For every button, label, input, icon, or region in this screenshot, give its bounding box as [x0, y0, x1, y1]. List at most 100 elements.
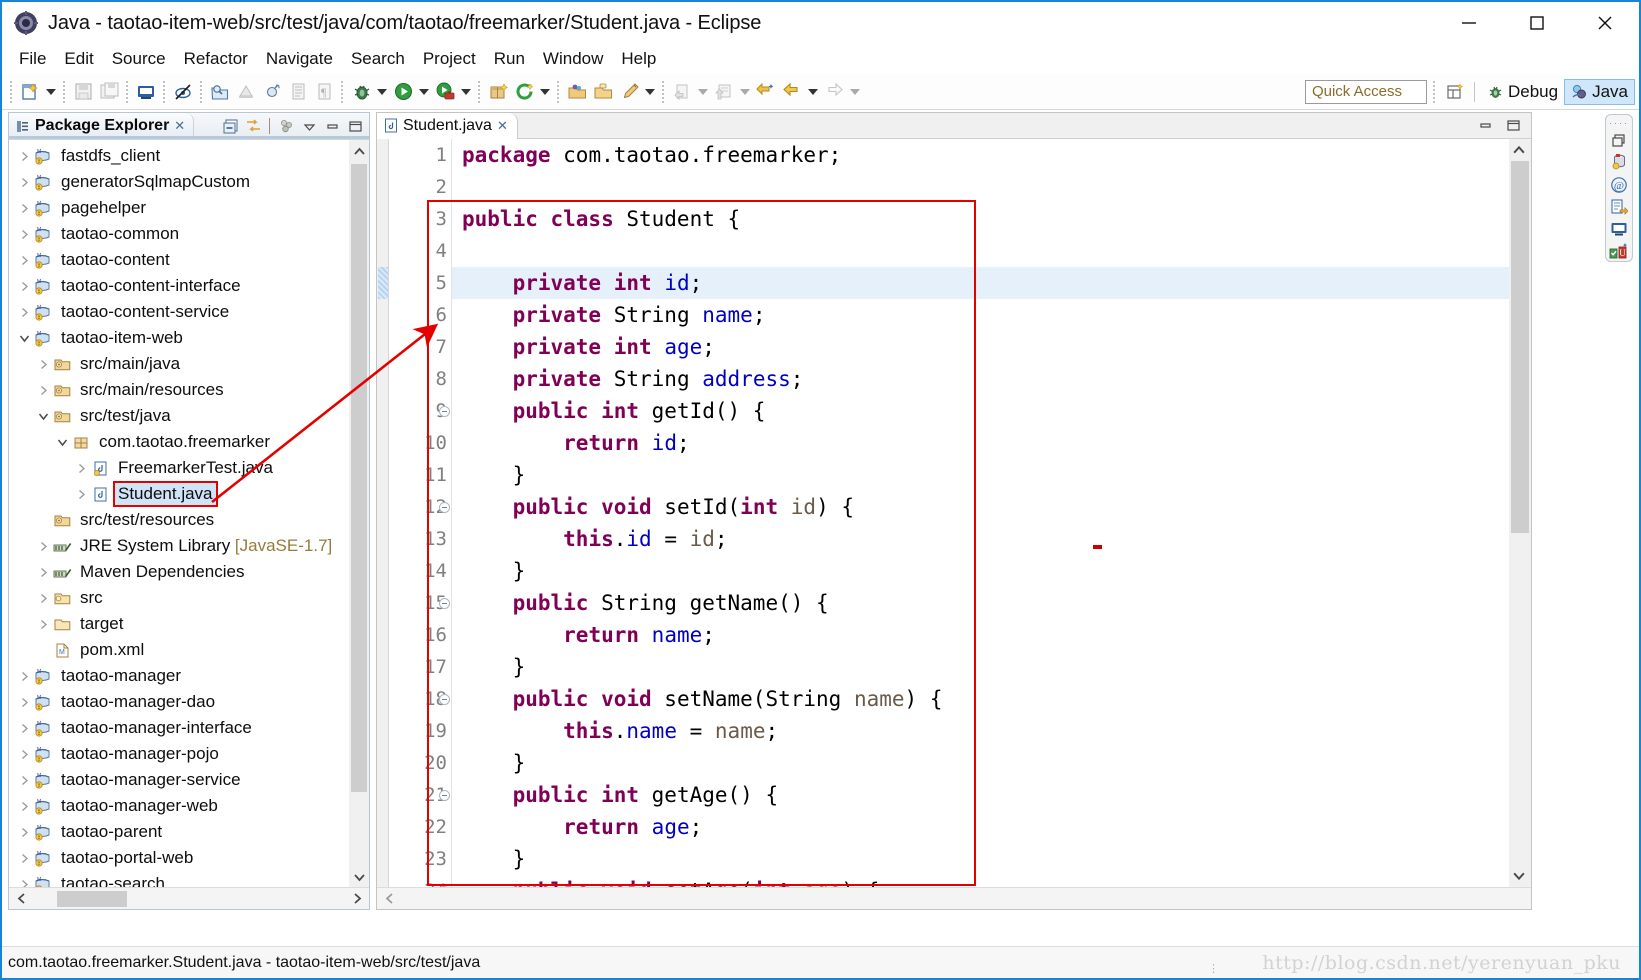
menu-file[interactable]: File	[10, 47, 55, 71]
scroll-down-arrow[interactable]	[349, 866, 369, 887]
code-line[interactable]: this.id = id;	[452, 523, 1531, 555]
code-line[interactable]: this.name = name;	[452, 715, 1531, 747]
open-perspective-button[interactable]	[1442, 79, 1468, 105]
tree-item-taotao-common[interactable]: M taotao-common	[9, 221, 369, 247]
tree-item-src-main-resources[interactable]: src/main/resources	[9, 377, 369, 403]
tree-item-maven-dependencies[interactable]: Maven Dependencies	[9, 559, 369, 585]
tree-item-taotao-manager-dao[interactable]: M taotao-manager-dao	[9, 689, 369, 715]
tree-item-taotao-content-interface[interactable]: M taotao-content-interface	[9, 273, 369, 299]
tree-item-taotao-content[interactable]: M taotao-content	[9, 247, 369, 273]
tree-item-target[interactable]: target	[9, 611, 369, 637]
fold-collapse-icon[interactable]	[439, 406, 450, 417]
code-line[interactable]: }	[452, 555, 1531, 587]
edit-button[interactable]	[616, 79, 642, 105]
tree-item-src-test-java[interactable]: src/test/java	[9, 403, 369, 429]
close-button[interactable]	[1571, 2, 1639, 44]
package-explorer-horizontal-scrollbar[interactable]	[9, 887, 369, 909]
code-line[interactable]: public String getName() {	[452, 587, 1531, 619]
chevron-right-icon[interactable]	[15, 663, 33, 689]
toggle-mark-occurrences-button[interactable]	[170, 79, 196, 105]
code-text-area[interactable]: package com.taotao.freemarker; public cl…	[451, 139, 1531, 887]
close-icon[interactable]: ✕	[497, 118, 508, 134]
menu-help[interactable]: Help	[612, 47, 665, 71]
fold-collapse-icon[interactable]	[439, 598, 450, 609]
tree-item-taotao-manager-interface[interactable]: M taotao-manager-interface	[9, 715, 369, 741]
chevron-right-icon[interactable]	[34, 533, 52, 559]
chevron-right-icon[interactable]	[15, 299, 33, 325]
tree-item-taotao-manager-pojo[interactable]: M taotao-manager-pojo	[9, 741, 369, 767]
code-line[interactable]: public class Student {	[452, 203, 1531, 235]
chevron-down-icon[interactable]	[53, 429, 71, 455]
code-line[interactable]: }	[452, 651, 1531, 683]
restore-view-button[interactable]	[1608, 131, 1630, 150]
forward-dropdown[interactable]	[847, 79, 863, 105]
tree-item-src-main-java[interactable]: src/main/java	[9, 351, 369, 377]
code-line[interactable]: private String address;	[452, 363, 1531, 395]
previous-annotation-dropdown[interactable]	[695, 79, 711, 105]
code-line[interactable]: return id;	[452, 427, 1531, 459]
new-package-wizard-button[interactable]	[485, 79, 511, 105]
annotation-marker-bar[interactable]	[377, 139, 389, 887]
console-view-button[interactable]	[1608, 220, 1630, 239]
code-line[interactable]: }	[452, 747, 1531, 779]
drag-handle[interactable]: ····	[1609, 118, 1629, 128]
new-class-button[interactable]	[259, 79, 285, 105]
menu-refactor[interactable]: Refactor	[175, 47, 257, 71]
fold-collapse-icon[interactable]	[439, 790, 450, 801]
tree-item-taotao-portal-web[interactable]: M taotao-portal-web	[9, 845, 369, 871]
last-edit-location-button[interactable]	[753, 79, 779, 105]
scroll-left-arrow[interactable]	[9, 888, 33, 910]
scroll-thumb-horizontal[interactable]	[57, 890, 127, 907]
maven-build-dropdown[interactable]	[537, 79, 553, 105]
chevron-right-icon[interactable]	[15, 715, 33, 741]
chevron-right-icon[interactable]	[72, 481, 90, 507]
chevron-right-icon[interactable]	[34, 585, 52, 611]
tree-item-generatorsqlmapcustom[interactable]: M generatorSqlmapCustom	[9, 169, 369, 195]
scroll-up-arrow[interactable]	[349, 140, 369, 162]
debug-dropdown[interactable]	[374, 79, 390, 105]
new-wizard-button[interactable]	[17, 79, 43, 105]
maximize-view-button[interactable]	[345, 116, 365, 136]
chevron-right-icon[interactable]	[72, 455, 90, 481]
package-explorer-vertical-scrollbar[interactable]	[349, 140, 369, 887]
tree-item-taotao-content-service[interactable]: M taotao-content-service	[9, 299, 369, 325]
maximize-editor-button[interactable]	[1503, 116, 1523, 136]
junit-view-button[interactable]: U	[1608, 242, 1630, 261]
chevron-right-icon[interactable]	[15, 273, 33, 299]
code-line[interactable]: public int getId() {	[452, 395, 1531, 427]
maximize-button[interactable]	[1503, 2, 1571, 44]
code-line[interactable]: }	[452, 843, 1531, 875]
editor-vertical-scrollbar[interactable]	[1509, 139, 1531, 887]
perspective-debug[interactable]: Debug	[1481, 79, 1564, 105]
code-line[interactable]: return age;	[452, 811, 1531, 843]
run-coverage-dropdown[interactable]	[458, 79, 474, 105]
tree-item-fastdfs-client[interactable]: M fastdfs_client	[9, 143, 369, 169]
data-source-explorer-view-button[interactable]	[1608, 153, 1630, 172]
tree-item-pagehelper[interactable]: M pagehelper	[9, 195, 369, 221]
chevron-right-icon[interactable]	[15, 169, 33, 195]
servers-view-button[interactable]: @	[1608, 175, 1630, 194]
code-line[interactable]: private int id;	[452, 267, 1531, 299]
code-line[interactable]: private String name;	[452, 299, 1531, 331]
scroll-thumb[interactable]	[1511, 161, 1529, 533]
tree-item-src-test-resources[interactable]: src/test/resources	[9, 507, 369, 533]
menu-project[interactable]: Project	[414, 47, 485, 71]
tab-student-java[interactable]: Student.java ✕	[377, 112, 518, 139]
tree-item-taotao-parent[interactable]: M taotao-parent	[9, 819, 369, 845]
menu-run[interactable]: Run	[485, 47, 534, 71]
tree-item-src[interactable]: src	[9, 585, 369, 611]
chevron-right-icon[interactable]	[34, 559, 52, 585]
tree-item-taotao-manager[interactable]: M taotao-manager	[9, 663, 369, 689]
tree-item-com-taotao-freemarker[interactable]: com.taotao.freemarker	[9, 429, 369, 455]
menu-window[interactable]: Window	[534, 47, 612, 71]
tree-item-student-java[interactable]: Student.java	[9, 481, 369, 507]
editor-horizontal-scrollbar[interactable]	[377, 887, 1531, 909]
back-button[interactable]	[779, 79, 805, 105]
code-line[interactable]	[452, 235, 1531, 267]
code-line[interactable]: public void setAge(int age) {	[452, 875, 1531, 887]
chevron-right-icon[interactable]	[15, 247, 33, 273]
chevron-right-icon[interactable]	[15, 221, 33, 247]
chevron-right-icon[interactable]	[15, 793, 33, 819]
new-wizard-dropdown[interactable]	[43, 79, 59, 105]
chevron-right-icon[interactable]	[15, 819, 33, 845]
